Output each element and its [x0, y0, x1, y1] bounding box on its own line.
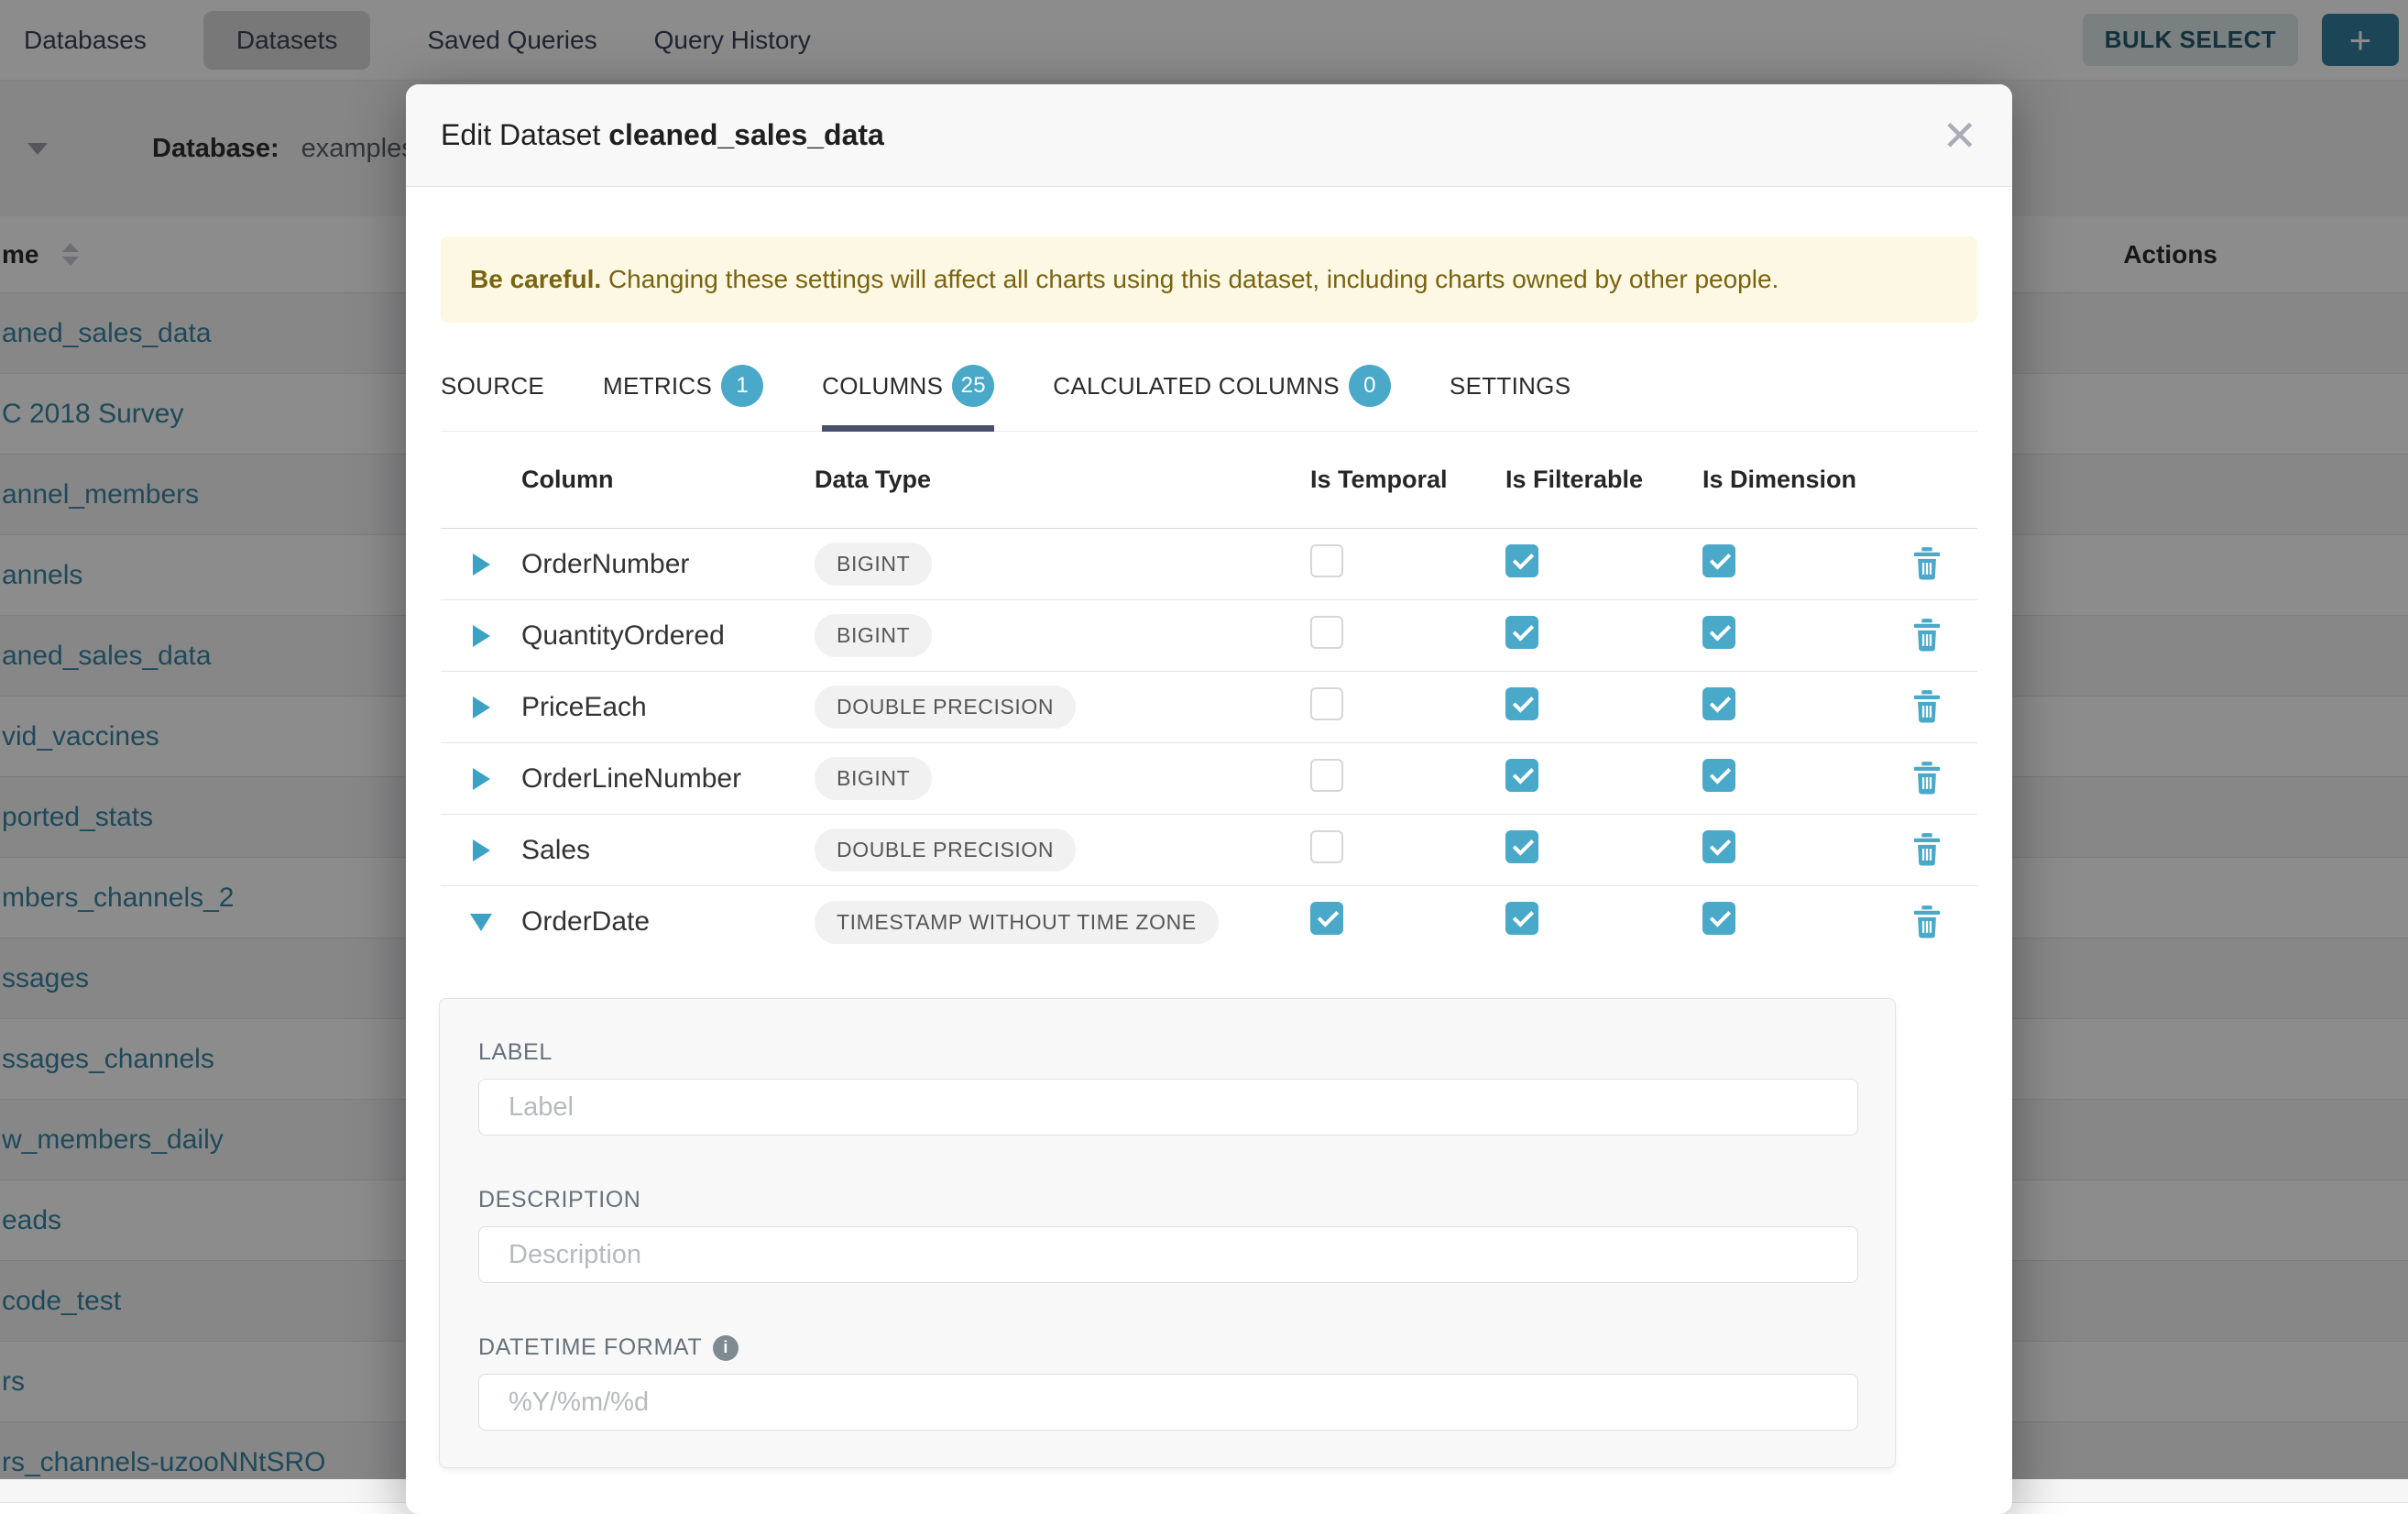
is-dimension-checkbox[interactable]: [1702, 616, 1735, 649]
tab-count-badge: 1: [721, 365, 763, 407]
data-type-pill: BIGINT: [815, 614, 932, 657]
expand-caret-icon[interactable]: [473, 554, 490, 576]
warning-bold: Be careful.: [470, 265, 601, 293]
is-dimension-header: Is Dimension: [1702, 466, 1906, 494]
column-name: OrderDate: [521, 906, 815, 938]
is-filterable-checkbox[interactable]: [1505, 902, 1538, 935]
data-type-pill: DOUBLE PRECISION: [815, 686, 1076, 729]
expand-caret-icon[interactable]: [473, 839, 490, 861]
collapse-caret-icon[interactable]: [470, 914, 492, 931]
modal-body: Be careful. Changing these settings will…: [406, 236, 2012, 1468]
trash-icon[interactable]: [1911, 547, 1943, 581]
tab-label: CALCULATED COLUMNS: [1053, 372, 1340, 400]
datetime-field-label-text: DATETIME FORMAT: [478, 1334, 702, 1361]
trash-icon[interactable]: [1911, 833, 1943, 867]
tab-settings[interactable]: SETTINGS: [1450, 346, 1571, 431]
data-type-pill: BIGINT: [815, 757, 932, 800]
info-icon[interactable]: i: [713, 1335, 739, 1361]
screen: { "nav": { "items": [ { "label": "Databa…: [0, 0, 2408, 1479]
trash-icon[interactable]: [1911, 619, 1943, 653]
warning-banner: Be careful. Changing these settings will…: [441, 236, 1977, 323]
tab-metrics[interactable]: METRICS 1: [603, 346, 763, 431]
column-name: OrderLineNumber: [521, 763, 815, 795]
tab-count-badge: 0: [1349, 365, 1391, 407]
label-input[interactable]: [478, 1079, 1858, 1136]
is-dimension-checkbox[interactable]: [1702, 830, 1735, 863]
tab-calculated-columns[interactable]: CALCULATED COLUMNS 0: [1053, 346, 1391, 431]
column-row-OrderLineNumber: OrderLineNumberBIGINT: [441, 743, 1977, 815]
expand-caret-icon[interactable]: [473, 768, 490, 790]
column-row-OrderNumber: OrderNumberBIGINT: [441, 529, 1977, 600]
tab-columns[interactable]: COLUMNS 25: [822, 346, 994, 431]
modal-header: Edit Dataset cleaned_sales_data ✕: [406, 84, 2012, 187]
column-row-Sales: SalesDOUBLE PRECISION: [441, 815, 1977, 886]
is-temporal-checkbox[interactable]: [1310, 830, 1343, 863]
description-field-label: DESCRIPTION: [478, 1187, 1858, 1213]
tab-source[interactable]: SOURCE: [441, 346, 544, 431]
warning-text: Changing these settings will affect all …: [601, 265, 1779, 293]
trash-icon[interactable]: [1911, 762, 1943, 795]
columns-table-header: Column Data Type Is Temporal Is Filterab…: [441, 432, 1977, 529]
is-temporal-checkbox[interactable]: [1310, 616, 1343, 649]
modal-title-dataset: cleaned_sales_data: [608, 118, 884, 151]
data-type-pill: DOUBLE PRECISION: [815, 828, 1076, 872]
is-temporal-header: Is Temporal: [1310, 466, 1505, 494]
datetime-format-input[interactable]: [478, 1374, 1858, 1431]
column-header: Column: [521, 466, 815, 494]
expand-caret-icon[interactable]: [473, 697, 490, 719]
is-dimension-checkbox[interactable]: [1702, 759, 1735, 792]
description-input[interactable]: [478, 1226, 1858, 1283]
column-row-OrderDate: OrderDateTIMESTAMP WITHOUT TIME ZONE: [441, 886, 1977, 958]
tab-count-badge: 25: [952, 365, 994, 407]
datetime-field-label: DATETIME FORMAT i: [478, 1334, 1858, 1361]
columns-table-body: OrderNumberBIGINTQuantityOrderedBIGINTPr…: [441, 529, 1977, 958]
tab-label: SETTINGS: [1450, 372, 1571, 400]
is-filterable-checkbox[interactable]: [1505, 830, 1538, 863]
close-icon[interactable]: ✕: [1942, 115, 1977, 157]
data-type-pill: BIGINT: [815, 543, 932, 586]
is-temporal-checkbox[interactable]: [1310, 687, 1343, 720]
modal-tabs: SOURCE METRICS 1 COLUMNS 25 CALCULATED COLUMN…: [441, 346, 1977, 432]
column-name: Sales: [521, 835, 815, 866]
modal-title: Edit Dataset cleaned_sales_data: [441, 118, 884, 152]
data-type-header: Data Type: [815, 466, 1310, 494]
column-row-PriceEach: PriceEachDOUBLE PRECISION: [441, 672, 1977, 743]
is-dimension-checkbox[interactable]: [1702, 687, 1735, 720]
is-filterable-checkbox[interactable]: [1505, 616, 1538, 649]
trash-icon[interactable]: [1911, 905, 1943, 939]
columns-table: Column Data Type Is Temporal Is Filterab…: [441, 432, 1977, 958]
column-detail-panel: LABEL DESCRIPTION DATETIME FORMAT i: [439, 998, 1896, 1468]
column-row-QuantityOrdered: QuantityOrderedBIGINT: [441, 600, 1977, 672]
is-dimension-checkbox[interactable]: [1702, 544, 1735, 577]
is-filterable-checkbox[interactable]: [1505, 759, 1538, 792]
edit-dataset-modal: Edit Dataset cleaned_sales_data ✕ Be car…: [406, 84, 2012, 1514]
is-filterable-checkbox[interactable]: [1505, 687, 1538, 720]
tab-label: METRICS: [603, 372, 712, 400]
column-name: QuantityOrdered: [521, 620, 815, 652]
is-temporal-checkbox[interactable]: [1310, 759, 1343, 792]
column-name: PriceEach: [521, 692, 815, 723]
is-temporal-checkbox[interactable]: [1310, 902, 1343, 935]
is-filterable-checkbox[interactable]: [1505, 544, 1538, 577]
tab-label: COLUMNS: [822, 372, 943, 400]
tab-label: SOURCE: [441, 372, 544, 400]
is-filterable-header: Is Filterable: [1505, 466, 1702, 494]
label-field-label: LABEL: [478, 1039, 1858, 1066]
modal-title-prefix: Edit Dataset: [441, 118, 600, 151]
expand-caret-icon[interactable]: [473, 625, 490, 647]
is-dimension-checkbox[interactable]: [1702, 902, 1735, 935]
trash-icon[interactable]: [1911, 690, 1943, 724]
column-name: OrderNumber: [521, 549, 815, 580]
is-temporal-checkbox[interactable]: [1310, 544, 1343, 577]
data-type-pill: TIMESTAMP WITHOUT TIME ZONE: [815, 901, 1219, 944]
